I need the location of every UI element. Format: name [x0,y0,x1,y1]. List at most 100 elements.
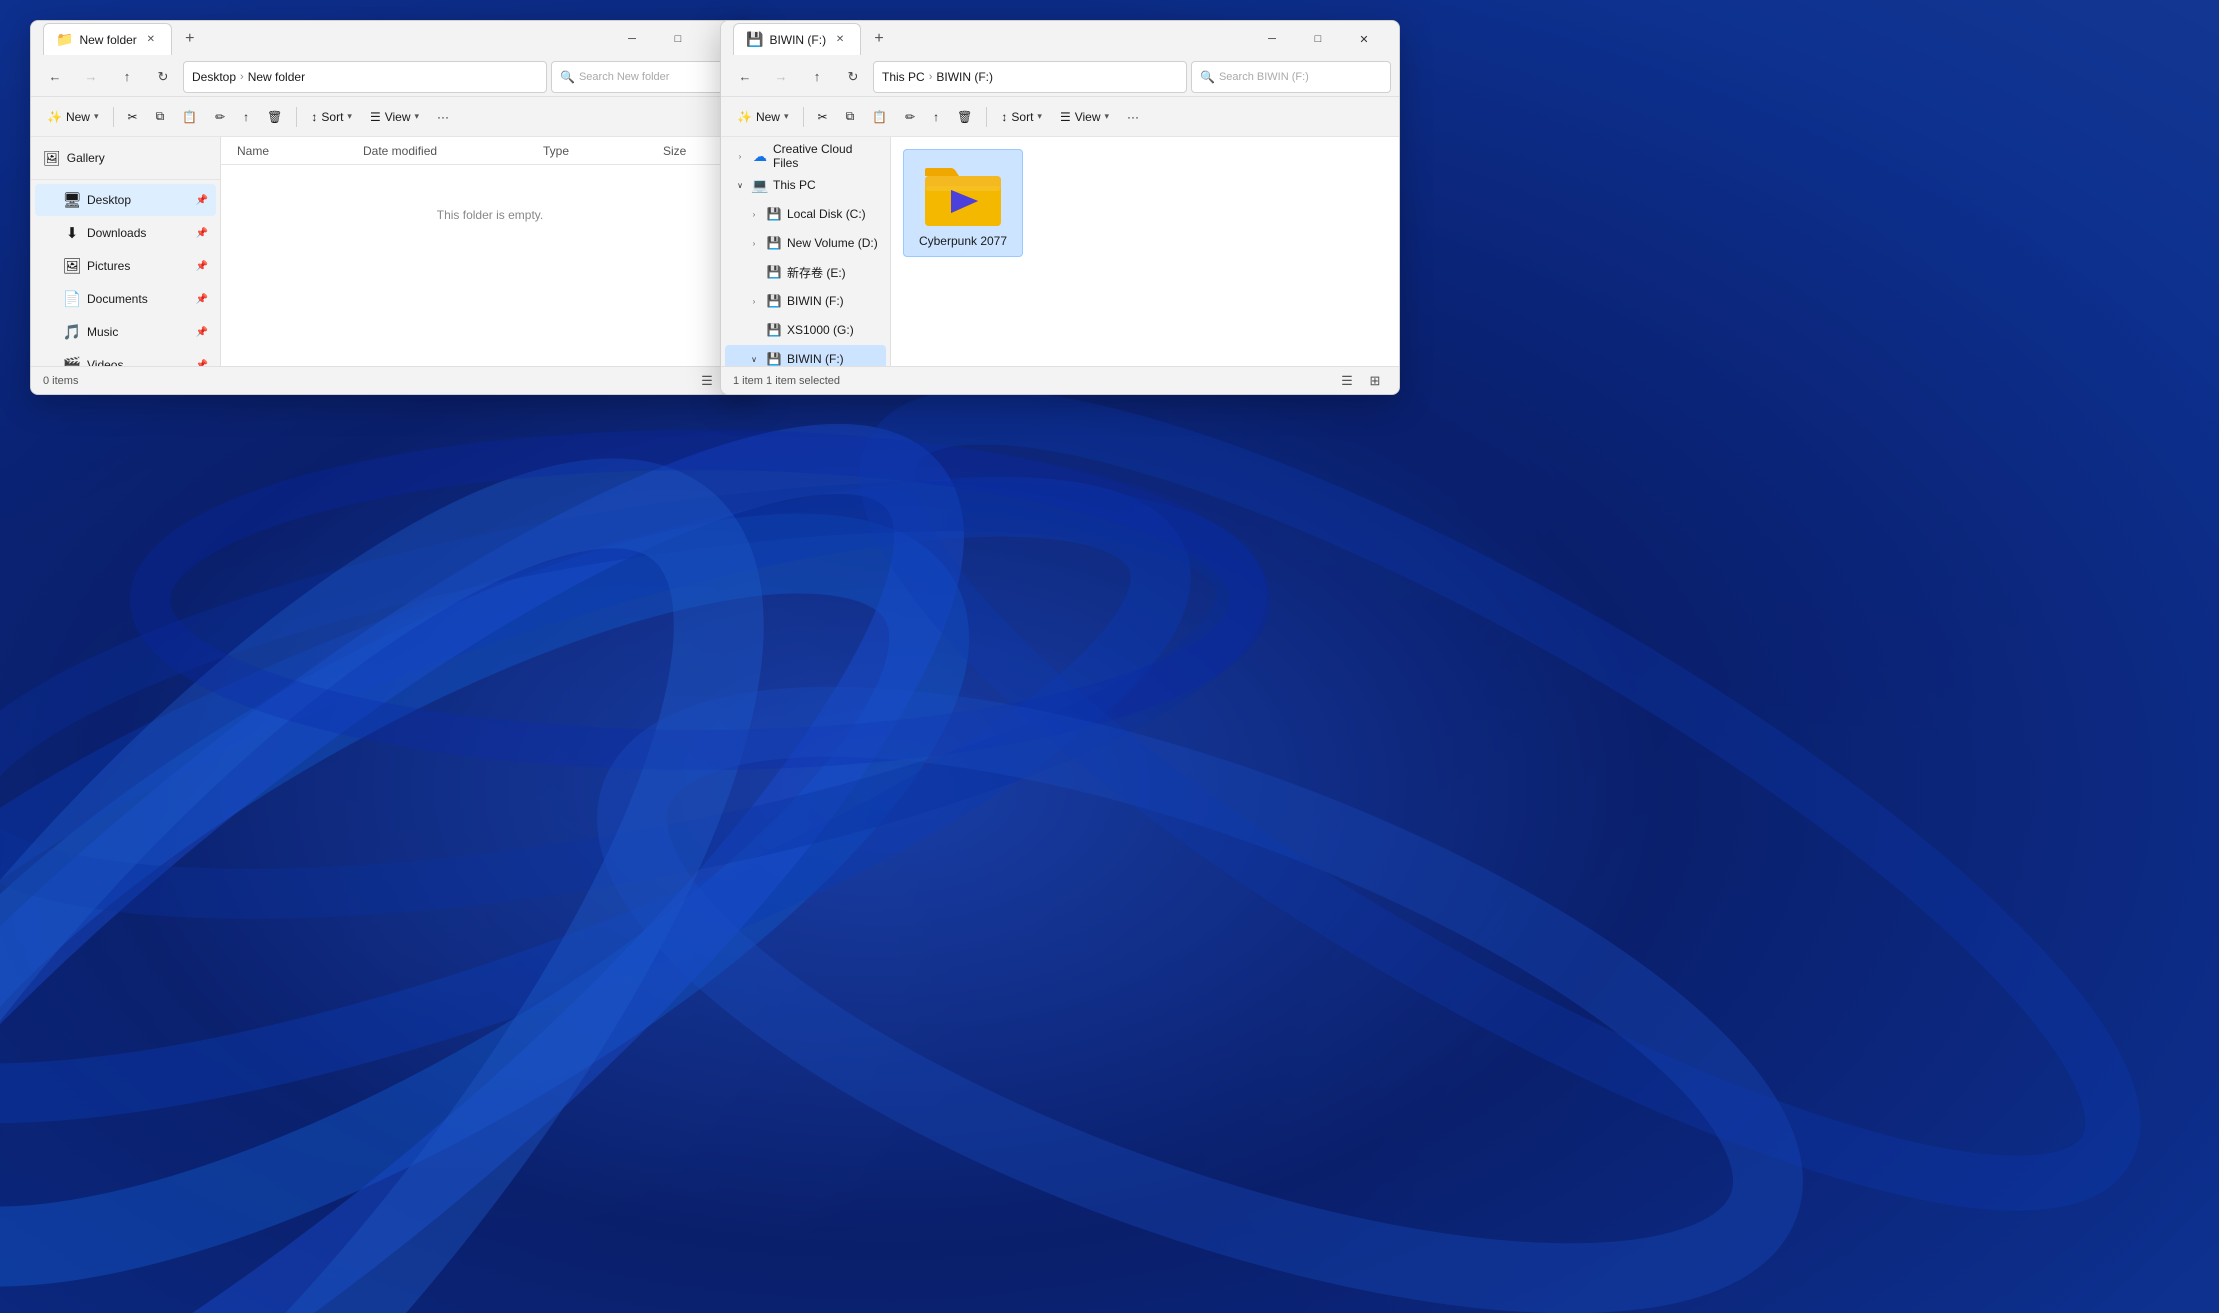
view-button[interactable]: ☰ View ▾ [362,101,427,133]
address-part-desktop: Desktop [192,70,236,84]
nav-toolbar-1: ← → ↑ ↻ Desktop › New folder 🔍 Search Ne… [31,57,759,97]
paste-icon: 📋 [182,110,197,124]
new-tab-button-2[interactable]: + [865,25,893,53]
music-label: Music [87,325,118,339]
address-bar-1[interactable]: Desktop › New folder [183,61,547,93]
tree-item-local-c[interactable]: › 💾 Local Disk (C:) [725,200,886,228]
more-button[interactable]: ··· [429,101,457,133]
sidebar-2: › ☁ Creative Cloud Files ∨ 💻 This PC › 💾… [721,137,891,366]
refresh-button-2[interactable]: ↻ [837,61,869,93]
delete-button-2[interactable]: 🗑 [949,101,980,133]
minimize-button[interactable]: ─ [609,21,655,57]
new-button-2[interactable]: ✨ New ▾ [729,101,797,133]
copy-button[interactable]: ⧉ [148,101,173,133]
desktop: 📁 New folder ✕ + ─ □ ✕ ← → ↑ ↻ Desktop ›… [0,0,2219,1313]
cut-button[interactable]: ✂ [120,101,146,133]
cmd-separator-2 [296,107,297,127]
maximize-button-2[interactable]: □ [1295,21,1341,57]
paste-button-2[interactable]: 📋 [864,101,895,133]
downloads-icon: ⬇ [63,224,81,242]
new-caret-2: ▾ [784,111,789,122]
cmd-separator-1 [113,107,114,127]
sidebar-item-pictures[interactable]: 🖼 Pictures 📌 [35,250,216,282]
rename-button-2[interactable]: ✏ [897,101,923,133]
up-button[interactable]: ↑ [111,61,143,93]
gallery-icon: 🖼 [43,150,61,167]
view-button-2[interactable]: ☰ View ▾ [1052,101,1117,133]
col-name-header[interactable]: Name [237,144,363,158]
titlebar-1: 📁 New folder ✕ + ─ □ ✕ [31,21,759,57]
back-button[interactable]: ← [39,61,71,93]
videos-icon: 🎬 [63,356,81,366]
xincun-e-icon: 💾 [765,263,783,281]
tab-new-folder[interactable]: 📁 New folder ✕ [43,23,172,55]
back-button-2[interactable]: ← [729,61,761,93]
tree-item-xs1000-g1[interactable]: 💾 XS1000 (G:) [725,316,886,344]
rename-button[interactable]: ✏ [207,101,233,133]
tab-label: New folder [79,33,136,47]
detail-view-button-2[interactable]: ☰ [1335,369,1359,393]
gallery-header[interactable]: 🖼 Gallery [35,142,216,174]
sort-button-2[interactable]: ↕ Sort ▾ [993,101,1050,133]
sidebar-item-downloads[interactable]: ⬇ Downloads 📌 [35,217,216,249]
tree-item-biwin-f1[interactable]: › 💾 BIWIN (F:) [725,287,886,315]
documents-label: Documents [87,292,148,306]
cut-icon: ✂ [128,110,138,124]
window-content-2: › ☁ Creative Cloud Files ∨ 💻 This PC › 💾… [721,137,1399,366]
tree-item-xincun-e[interactable]: 💾 新存卷 (E:) [725,258,886,286]
search-bar-2[interactable]: 🔍 Search BIWIN (F:) [1191,61,1391,93]
status-bar-1: 0 items ☰ ⊞ [31,366,759,394]
col-type-header[interactable]: Type [543,144,663,158]
pin-icon-videos: 📌 [196,360,208,367]
cmd-sep-3 [803,107,804,127]
new-volume-d-label: New Volume (D:) [787,236,878,250]
expand-videos [43,358,57,366]
forward-button[interactable]: → [75,61,107,93]
new-button-1[interactable]: ✨ New ▾ [39,101,107,133]
tree-item-this-pc[interactable]: ∨ 💻 This PC [725,171,886,199]
delete-button[interactable]: 🗑 [259,101,290,133]
tree-item-creative-cloud[interactable]: › ☁ Creative Cloud Files [725,142,886,170]
more-button-2[interactable]: ··· [1119,101,1147,133]
expand-biwin-f1: › [747,294,761,308]
expand-new-volume-d: › [747,236,761,250]
tab-biwin-close[interactable]: ✕ [832,32,848,48]
detail-view-button[interactable]: ☰ [695,369,719,393]
refresh-button[interactable]: ↻ [147,61,179,93]
nav-toolbar-2: ← → ↑ ↻ This PC › BIWIN (F:) 🔍 Search BI… [721,57,1399,97]
tree-item-biwin-f2[interactable]: ∨ 💾 BIWIN (F:) [725,345,886,366]
view-icon: ☰ [370,110,381,124]
expand-documents [43,292,57,306]
items-count-1: 0 items [43,375,78,387]
biwin-f2-icon: 💾 [765,350,783,366]
copy-button-2[interactable]: ⧉ [838,101,863,133]
tab-close-button[interactable]: ✕ [143,32,159,48]
sidebar-item-documents[interactable]: 📄 Documents 📌 [35,283,216,315]
new-tab-button[interactable]: + [176,25,204,53]
share-button[interactable]: ↑ [235,101,257,133]
col-date-header[interactable]: Date modified [363,144,543,158]
large-view-button-2[interactable]: ⊞ [1363,369,1387,393]
new-volume-d-icon: 💾 [765,234,783,252]
tab-biwin[interactable]: 💾 BIWIN (F:) ✕ [733,23,861,55]
share-button-2[interactable]: ↑ [925,101,947,133]
sidebar-item-music[interactable]: 🎵 Music 📌 [35,316,216,348]
sidebar-item-desktop[interactable]: 🖥 Desktop 📌 [35,184,216,216]
expand-xs1000-g1 [747,323,761,337]
maximize-button[interactable]: □ [655,21,701,57]
paste-button[interactable]: 📋 [174,101,205,133]
sort-button[interactable]: ↕ Sort ▾ [303,101,360,133]
up-button-2[interactable]: ↑ [801,61,833,93]
cut-button-2[interactable]: ✂ [810,101,836,133]
minimize-button-2[interactable]: ─ [1249,21,1295,57]
desktop-label: Desktop [87,193,131,207]
cyberpunk-folder-item[interactable]: Cyberpunk 2077 [903,149,1023,257]
cut-icon-2: ✂ [818,110,828,124]
address-bar-2[interactable]: This PC › BIWIN (F:) [873,61,1187,93]
tree-item-new-volume-d[interactable]: › 💾 New Volume (D:) [725,229,886,257]
selected-info: 1 item selected [766,375,840,387]
new-caret: ▾ [94,111,99,122]
close-button-2[interactable]: ✕ [1341,21,1387,57]
forward-button-2[interactable]: → [765,61,797,93]
sidebar-item-videos[interactable]: 🎬 Videos 📌 [35,349,216,366]
